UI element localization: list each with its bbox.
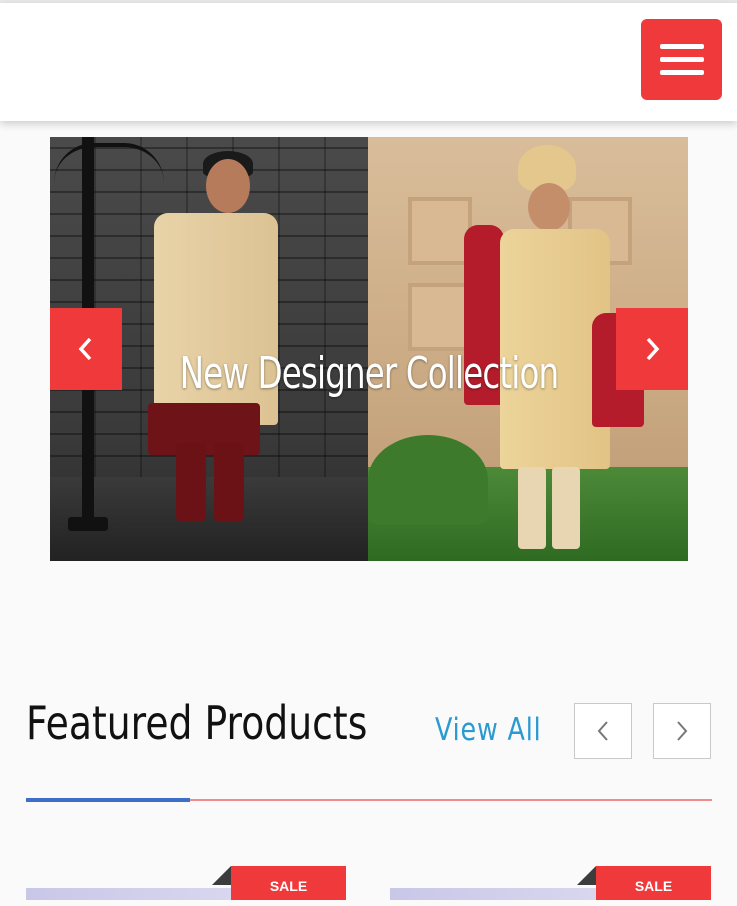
- model-leg: [518, 467, 546, 549]
- slider-prev-button[interactable]: [50, 308, 122, 390]
- view-all-link[interactable]: View All: [435, 712, 541, 748]
- chevron-right-icon: [646, 337, 660, 361]
- bush: [368, 435, 488, 525]
- featured-prev-button[interactable]: [574, 703, 632, 759]
- hamburger-menu-icon: [659, 44, 704, 49]
- window: [408, 283, 472, 351]
- lamp-base: [68, 517, 108, 531]
- hamburger-menu-button[interactable]: [641, 19, 722, 100]
- featured-next-button[interactable]: [653, 703, 711, 759]
- chevron-left-icon: [78, 337, 92, 361]
- sale-badge: SALE: [231, 866, 346, 900]
- window: [408, 197, 472, 265]
- model-leg: [214, 443, 244, 521]
- slide-caption: New Designer Collection: [179, 348, 559, 399]
- chevron-left-icon: [597, 721, 608, 741]
- model-leg: [552, 467, 580, 549]
- hamburger-line: [659, 57, 704, 62]
- hamburger-line: [659, 70, 704, 75]
- hero-slider: New Designer Collection: [50, 137, 688, 561]
- sale-badge: SALE: [596, 866, 711, 900]
- chevron-right-icon: [677, 721, 688, 741]
- badge-fold: [577, 866, 596, 885]
- slider-next-button[interactable]: [616, 308, 688, 390]
- section-divider-accent: [26, 798, 190, 802]
- site-header: [0, 3, 737, 121]
- badge-fold: [212, 866, 231, 885]
- model-head: [206, 159, 250, 213]
- model-leg: [176, 443, 206, 521]
- model-head: [528, 183, 570, 231]
- featured-products-heading: Featured Products: [26, 696, 368, 750]
